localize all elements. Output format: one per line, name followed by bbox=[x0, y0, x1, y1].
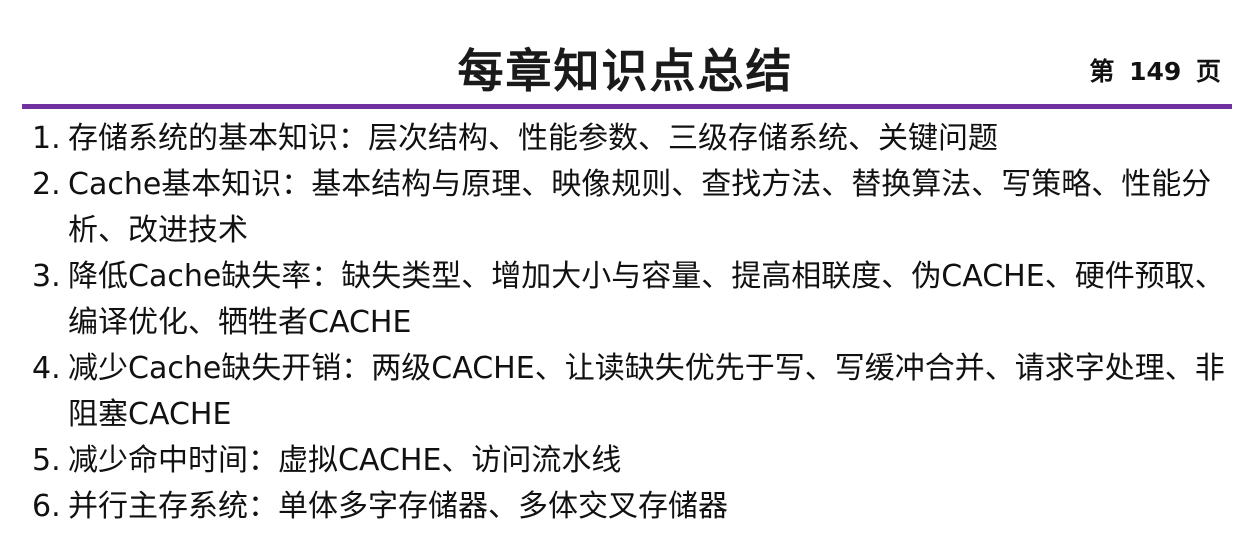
list-item-number: 5. bbox=[32, 443, 61, 478]
list-item-number: 1. bbox=[32, 121, 61, 156]
list-item-number: 4. bbox=[32, 351, 61, 386]
list-item-text: 减少Cache缺失开销：两级CACHE、让读缺失优先于写、写缓冲合并、请求字处理… bbox=[68, 351, 1225, 432]
list-item: 2. Cache基本知识：基本结构与原理、映像规则、查找方法、替换算法、写策略、… bbox=[32, 162, 1227, 254]
list-item: 3. 降低Cache缺失率：缺失类型、增加大小与容量、提高相联度、伪CACHE、… bbox=[32, 254, 1227, 346]
list-item-text: 减少命中时间：虚拟CACHE、访问流水线 bbox=[68, 443, 622, 478]
slide: 每章知识点总结 第 149 页 1. 存储系统的基本知识：层次结构、性能参数、三… bbox=[0, 0, 1251, 551]
list-item: 5. 减少命中时间：虚拟CACHE、访问流水线 bbox=[32, 438, 1227, 484]
list-item-number: 3. bbox=[32, 259, 61, 294]
title-divider bbox=[22, 104, 1232, 109]
list-item-text: 降低Cache缺失率：缺失类型、增加大小与容量、提高相联度、伪CACHE、硬件预… bbox=[68, 259, 1225, 340]
list-item: 1. 存储系统的基本知识：层次结构、性能参数、三级存储系统、关键问题 bbox=[32, 116, 1227, 162]
list-item: 4. 减少Cache缺失开销：两级CACHE、让读缺失优先于写、写缓冲合并、请求… bbox=[32, 346, 1227, 438]
page-number: 第 149 页 bbox=[1089, 57, 1221, 86]
list-item-text: 存储系统的基本知识：层次结构、性能参数、三级存储系统、关键问题 bbox=[68, 121, 998, 156]
page-title: 每章知识点总结 bbox=[457, 44, 794, 98]
list-item-number: 2. bbox=[32, 167, 61, 202]
list-item-number: 6. bbox=[32, 489, 61, 524]
list-item-text: 并行主存系统：单体多字存储器、多体交叉存储器 bbox=[68, 489, 728, 524]
list-item-text: Cache基本知识：基本结构与原理、映像规则、查找方法、替换算法、写策略、性能分… bbox=[68, 167, 1212, 248]
list-item: 6. 并行主存系统：单体多字存储器、多体交叉存储器 bbox=[32, 484, 1227, 530]
summary-list: 1. 存储系统的基本知识：层次结构、性能参数、三级存储系统、关键问题 2. Ca… bbox=[32, 116, 1227, 530]
